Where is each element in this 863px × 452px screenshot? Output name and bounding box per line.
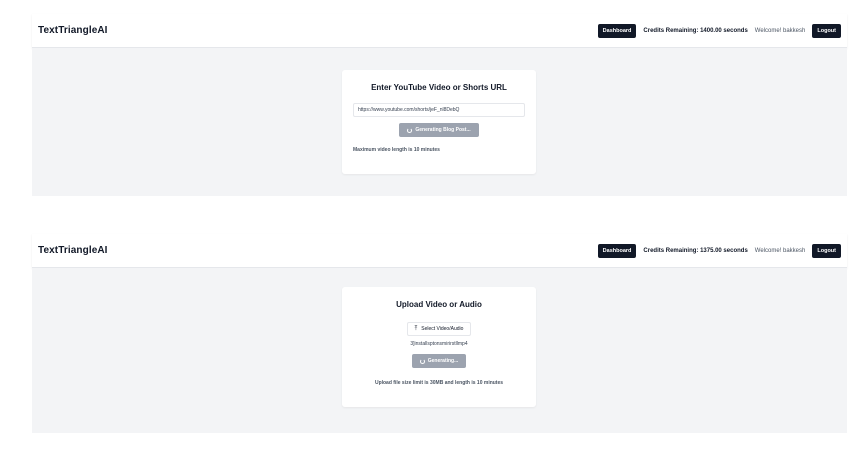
top-nav: TextTriangleAI Dashboard Credits Remaini…	[32, 234, 847, 268]
screenshot-panel-upload: TextTriangleAI Dashboard Credits Remaini…	[32, 234, 847, 433]
youtube-url-input[interactable]	[353, 103, 525, 117]
main-area: Enter YouTube Video or Shorts URL Genera…	[32, 48, 847, 196]
dashboard-button[interactable]: Dashboard	[597, 243, 637, 258]
upload-icon: ⤒	[414, 325, 418, 332]
upload-limit-note: Upload file size limit is 30MB and lengt…	[374, 380, 504, 386]
credits-remaining: Credits Remaining: 1400.00 seconds	[643, 27, 748, 34]
spinner-icon	[407, 127, 413, 133]
length-note: Maximum video length is 10 minutes	[353, 147, 440, 153]
spinner-icon	[419, 358, 425, 364]
logout-button[interactable]: Logout	[812, 243, 841, 258]
upload-card: Upload Video or Audio ⤒ Select Video/Aud…	[342, 287, 536, 407]
brand-logo[interactable]: TextTriangleAI	[38, 245, 108, 256]
select-file-button[interactable]: ⤒ Select Video/Audio	[406, 322, 472, 336]
generate-button-label: Generating...	[427, 358, 459, 364]
top-nav: TextTriangleAI Dashboard Credits Remaini…	[32, 14, 847, 48]
nav-right: Dashboard Credits Remaining: 1375.00 sec…	[597, 243, 841, 258]
card-title: Enter YouTube Video or Shorts URL	[371, 83, 507, 92]
generate-button[interactable]: Generating...	[411, 354, 467, 368]
screenshot-panel-url: TextTriangleAI Dashboard Credits Remaini…	[32, 14, 847, 196]
logout-button[interactable]: Logout	[812, 23, 841, 38]
generate-button-label: Generating Blog Post...	[415, 127, 471, 133]
select-file-label: Select Video/Audio	[421, 326, 464, 332]
selected-filename: 3]installsptonsmirirstllmp4	[410, 341, 468, 347]
card-title: Upload Video or Audio	[396, 300, 482, 309]
welcome-text: Welcome! bakkesh	[754, 247, 806, 254]
credits-remaining: Credits Remaining: 1375.00 seconds	[643, 247, 748, 254]
dashboard-button[interactable]: Dashboard	[597, 23, 637, 38]
welcome-text: Welcome! bakkesh	[754, 27, 806, 34]
nav-right: Dashboard Credits Remaining: 1400.00 sec…	[597, 23, 841, 38]
main-area: Upload Video or Audio ⤒ Select Video/Aud…	[32, 268, 847, 433]
generate-blog-button[interactable]: Generating Blog Post...	[399, 123, 479, 137]
url-card: Enter YouTube Video or Shorts URL Genera…	[342, 70, 536, 174]
brand-logo[interactable]: TextTriangleAI	[38, 25, 108, 36]
